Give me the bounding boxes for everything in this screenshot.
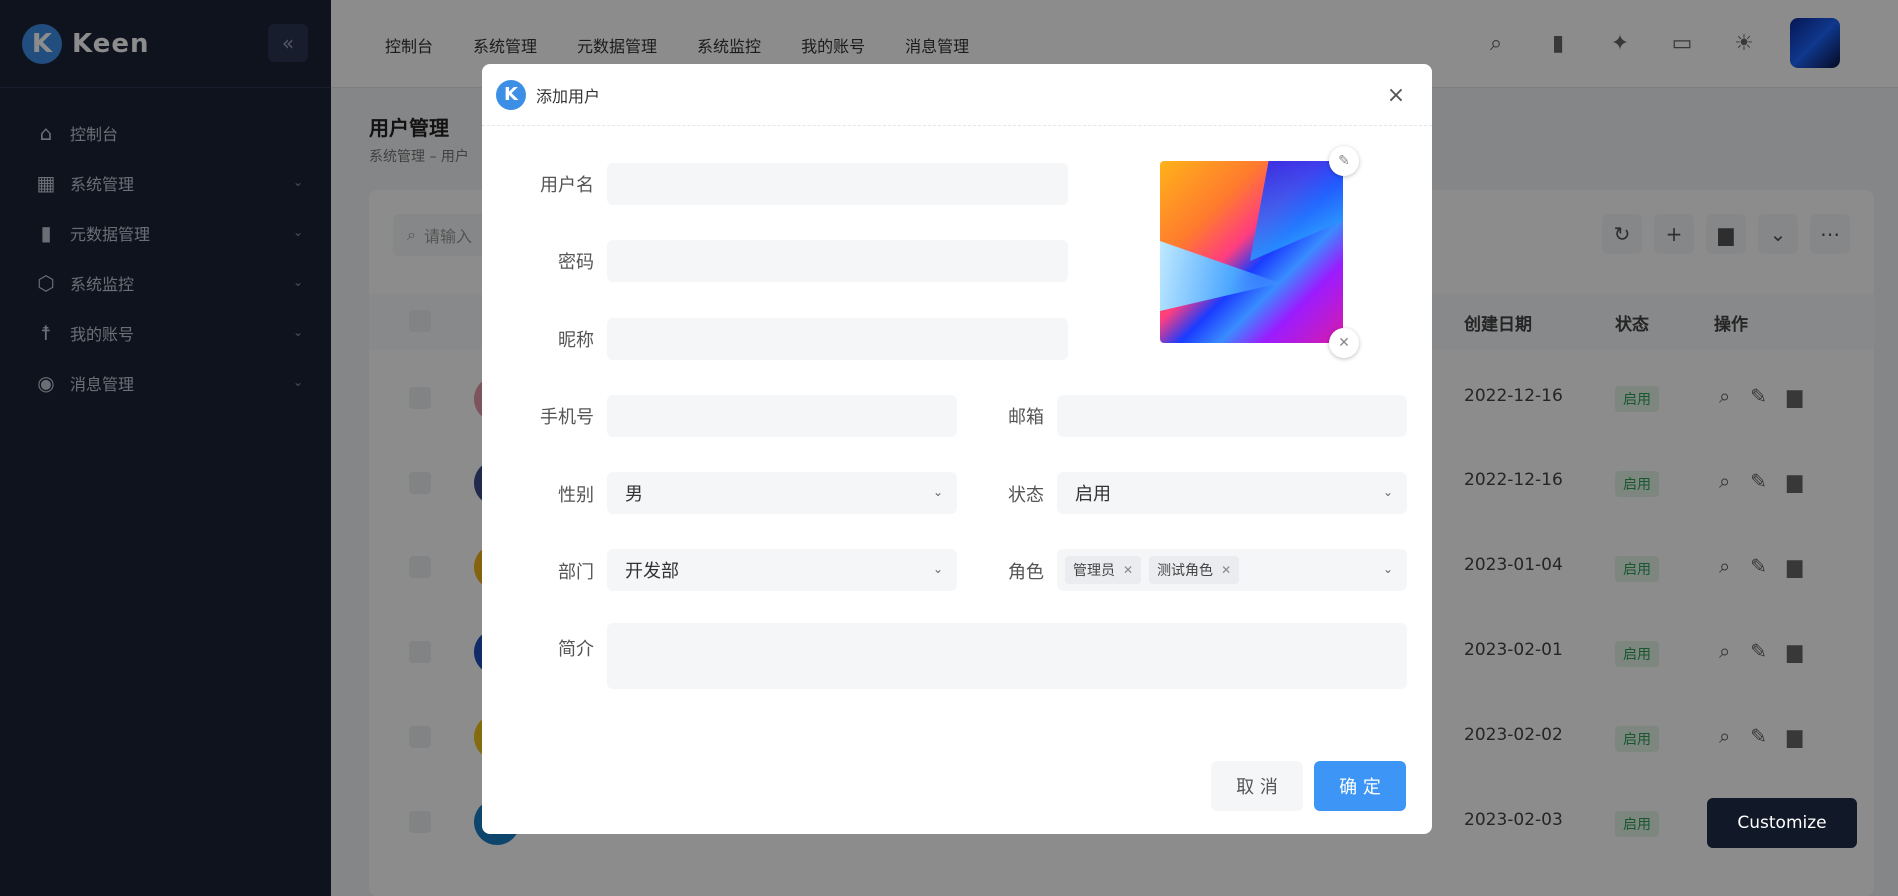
- role-label: 角色: [1008, 562, 1044, 583]
- chevron-down-icon: ⌄: [1382, 562, 1393, 576]
- close-button[interactable]: ×: [1382, 81, 1410, 109]
- gender-select[interactable]: 男 ⌄: [607, 472, 957, 514]
- role-tag-label: 测试角色: [1157, 563, 1214, 579]
- department-select[interactable]: 开发部 ⌄: [607, 549, 957, 591]
- avatar-preview[interactable]: [1160, 161, 1343, 343]
- avatar-remove-button[interactable]: ✕: [1329, 328, 1359, 358]
- add-user-dialog: K 添加用户 × 用户名 密码 昵称 ✎ ✕ 手机号 邮箱 性别 男 ⌄ 状态 …: [482, 64, 1432, 834]
- role-multiselect[interactable]: 管理员 ✕ 测试角色 ✕ ⌄: [1057, 549, 1407, 591]
- nickname-label: 昵称: [558, 330, 594, 351]
- phone-input[interactable]: [607, 395, 957, 437]
- close-icon: ×: [1386, 82, 1406, 108]
- phone-label: 手机号: [540, 407, 594, 428]
- customize-button[interactable]: Customize: [1707, 798, 1857, 848]
- bio-textarea[interactable]: [607, 623, 1407, 689]
- chevron-down-icon: ⌄: [932, 485, 943, 499]
- chevron-down-icon: ⌄: [1382, 485, 1393, 499]
- username-label: 用户名: [540, 175, 594, 196]
- close-icon: ✕: [1338, 335, 1350, 351]
- avatar-art: [1250, 161, 1343, 261]
- dialog-header: K 添加用户 ×: [482, 64, 1432, 126]
- email-label: 邮箱: [1008, 407, 1044, 428]
- department-label: 部门: [558, 562, 594, 583]
- role-tag: 管理员 ✕: [1065, 556, 1142, 584]
- email-input[interactable]: [1057, 395, 1407, 437]
- pencil-icon: ✎: [1338, 153, 1350, 169]
- bio-label: 简介: [558, 639, 594, 660]
- nickname-input[interactable]: [607, 318, 1068, 360]
- role-tag-label: 管理员: [1073, 563, 1115, 579]
- status-selected-value: 启用: [1075, 484, 1111, 505]
- chevron-down-icon: ⌄: [932, 562, 943, 576]
- cancel-button[interactable]: 取 消: [1211, 761, 1303, 811]
- role-tag: 测试角色 ✕: [1149, 556, 1240, 584]
- status-label: 状态: [1008, 485, 1044, 506]
- role-tags: 管理员 ✕ 测试角色 ✕: [1065, 556, 1247, 584]
- gender-label: 性别: [558, 485, 594, 506]
- password-label: 密码: [558, 252, 594, 273]
- department-selected-value: 开发部: [625, 561, 679, 582]
- tag-remove-icon[interactable]: ✕: [1123, 563, 1133, 577]
- status-select[interactable]: 启用 ⌄: [1057, 472, 1407, 514]
- avatar-edit-button[interactable]: ✎: [1329, 146, 1359, 176]
- tag-remove-icon[interactable]: ✕: [1221, 563, 1231, 577]
- username-input[interactable]: [607, 163, 1068, 205]
- keen-logo-icon: K: [496, 79, 526, 110]
- confirm-button[interactable]: 确 定: [1314, 761, 1406, 811]
- dialog-title: 添加用户: [536, 86, 601, 106]
- password-input[interactable]: [607, 240, 1068, 282]
- gender-selected-value: 男: [625, 484, 643, 505]
